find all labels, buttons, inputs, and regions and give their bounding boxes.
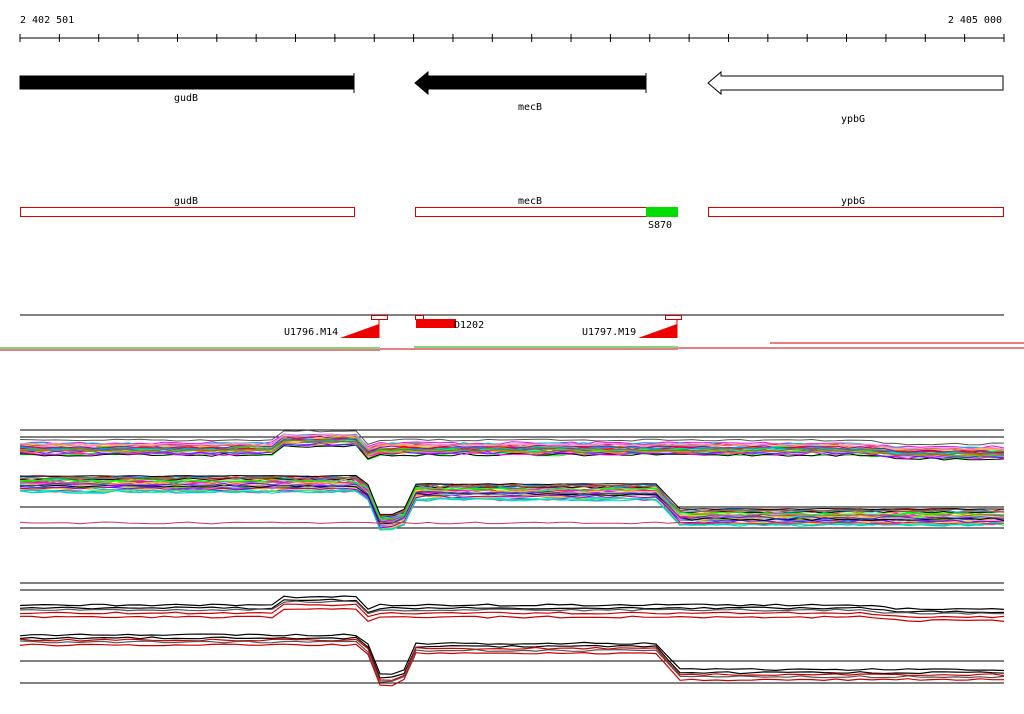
coord-start-label: 2 402 501: [20, 15, 74, 26]
gene-gudB[interactable]: gudB: [19, 73, 355, 104]
terminator-u1796-triangle[interactable]: [340, 324, 379, 338]
segment-ypbG[interactable]: [708, 207, 1004, 217]
summary-profiles: [19, 582, 1005, 687]
segment-gudB-label: gudB: [174, 196, 198, 207]
d1202-start-marker: [415, 315, 424, 320]
gene-ypbG-label: ypbG: [841, 114, 865, 125]
summary-lower-line: [19, 636, 1005, 679]
terminator-u1797-label: U1797.M19: [582, 327, 636, 338]
gene-mecB[interactable]: mecB: [414, 70, 647, 113]
terminator-marker-1[interactable]: [371, 315, 388, 320]
gene-gudB-arrow[interactable]: [19, 75, 355, 90]
coordinate-ruler: 2 402 501 2 405 000: [19, 15, 1005, 42]
d1202-label: D1202: [454, 320, 484, 331]
summary-profile-lines: [19, 595, 1005, 687]
summary-lower-line: [19, 643, 1004, 687]
segment-mecB-label: mecB: [518, 196, 542, 207]
feature-track: U1796.M14 D1202 U1797.M19: [20, 314, 1004, 338]
profile-outlier: [19, 521, 1005, 525]
terminator-u1796-label: U1796.M14: [284, 327, 338, 338]
gene-mecB-arrow[interactable]: [414, 70, 647, 96]
segment-mecB[interactable]: [415, 207, 647, 217]
segment-gudB[interactable]: [20, 207, 355, 217]
multi-condition-profiles: [19, 429, 1005, 531]
segment-track: gudB mecB S870 ypbG: [20, 196, 1004, 231]
s870-label: S870: [648, 220, 672, 231]
gene-track: gudB mecB ypbG: [19, 70, 1004, 125]
terminator-marker-2[interactable]: [665, 315, 682, 320]
gene-mecB-label: mecB: [518, 102, 542, 113]
expression-profiles: [19, 429, 1005, 531]
s870-region[interactable]: [646, 207, 678, 217]
d1202-block[interactable]: [416, 319, 456, 328]
gene-gudB-label: gudB: [174, 93, 198, 104]
coverage-track: [0, 342, 1024, 351]
summary-lower-line: [19, 640, 1005, 683]
genome-browser-view: 2 402 501 2 405 000 gudB mecB ypbG gudB …: [0, 15, 1024, 687]
terminator-u1797-triangle[interactable]: [638, 324, 677, 338]
segment-ypbG-label: ypbG: [841, 196, 865, 207]
gene-ypbG[interactable]: ypbG: [707, 70, 1004, 125]
gene-ypbG-arrow[interactable]: [707, 70, 1004, 96]
coord-end-label: 2 405 000: [948, 15, 1002, 26]
